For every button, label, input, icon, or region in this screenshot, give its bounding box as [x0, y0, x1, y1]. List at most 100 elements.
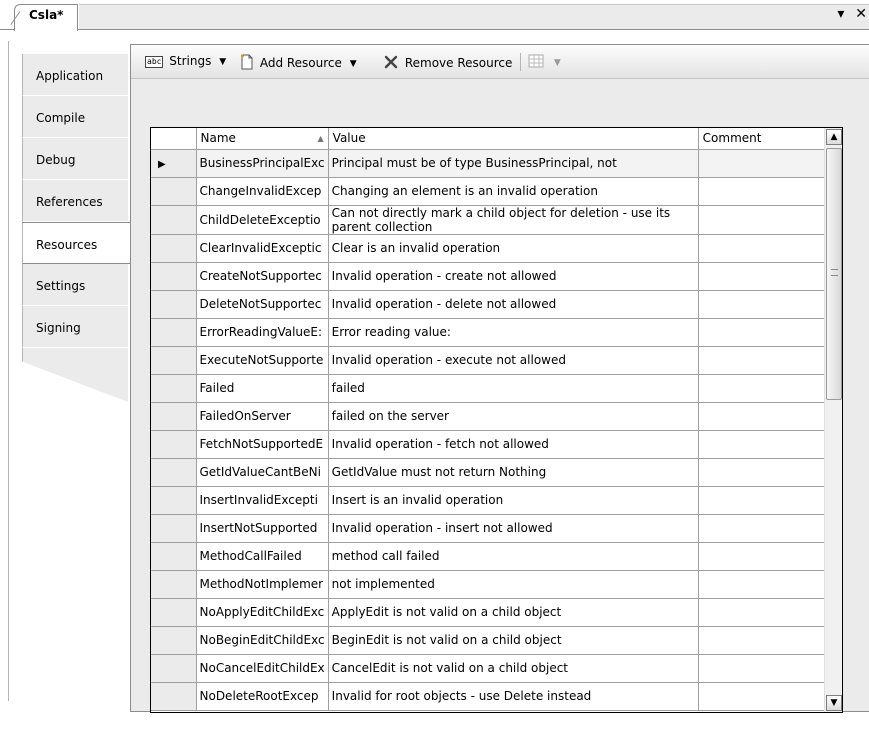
resource-grid[interactable]: Name ▲ Value Comment ▶ BusinessPrincipalE… [150, 127, 843, 713]
cell-comment[interactable] [698, 149, 830, 178]
row-header[interactable] [151, 234, 197, 263]
row-header[interactable]: ▶ [151, 149, 197, 178]
table-row[interactable]: MethodNotImplemer not implemented [151, 570, 830, 599]
row-header[interactable] [151, 458, 197, 487]
chevron-down-icon[interactable]: ▾ [837, 6, 844, 22]
cell-value[interactable]: failed [328, 374, 699, 403]
table-row[interactable]: FailedOnServer failed on the server [151, 402, 830, 431]
cell-value[interactable]: method call failed [328, 542, 699, 571]
row-header[interactable] [151, 290, 197, 319]
row-header[interactable] [151, 430, 197, 459]
row-header[interactable] [151, 682, 197, 711]
table-row[interactable]: ExecuteNotSupporte Invalid operation - ex… [151, 346, 830, 375]
row-header[interactable] [151, 598, 197, 627]
cell-name[interactable]: DeleteNotSupportec [196, 290, 329, 319]
cell-value[interactable]: Can not directly mark a child object for… [328, 205, 699, 235]
tab-settings[interactable]: Settings [22, 264, 128, 306]
document-tab-csla[interactable]: Csla* [14, 4, 78, 31]
table-row[interactable]: Failed failed [151, 374, 830, 403]
cell-name[interactable]: NoBeginEditChildExc [196, 626, 329, 655]
cell-value[interactable]: Invalid for root objects - use Delete in… [328, 682, 699, 711]
cell-name[interactable]: InsertNotSupported [196, 514, 329, 543]
cell-comment[interactable] [698, 682, 830, 711]
cell-value[interactable]: Invalid operation - insert not allowed [328, 514, 699, 543]
row-header[interactable] [151, 542, 197, 571]
cell-comment[interactable] [698, 374, 830, 403]
tab-debug[interactable]: Debug [22, 138, 128, 180]
cell-name[interactable]: NoCancelEditChildEx [196, 654, 329, 683]
scroll-down-button[interactable]: ▼ [826, 695, 842, 711]
cell-value[interactable]: Invalid operation - execute not allowed [328, 346, 699, 375]
cell-comment[interactable] [698, 570, 830, 599]
add-resource-button[interactable]: Add Resource ▼ [240, 54, 357, 73]
scroll-up-button[interactable]: ▲ [826, 129, 842, 145]
cell-name[interactable]: CreateNotSupportec [196, 262, 329, 291]
cell-name[interactable]: InsertInvalidExcepti [196, 486, 329, 515]
cell-comment[interactable] [698, 290, 830, 319]
cell-value[interactable]: Principal must be of type BusinessPrinci… [328, 149, 699, 178]
cell-comment[interactable] [698, 346, 830, 375]
tab-signing[interactable]: Signing [22, 306, 128, 348]
table-row[interactable]: ▶ BusinessPrincipalExc Principal must be o… [151, 149, 830, 178]
table-row[interactable]: FetchNotSupportedE Invalid operation - fe… [151, 430, 830, 459]
row-header[interactable] [151, 205, 197, 235]
cell-name[interactable]: NoDeleteRootExcep [196, 682, 329, 711]
table-row[interactable]: InsertInvalidExcepti Insert is an invalid… [151, 486, 830, 515]
table-row[interactable]: ErrorReadingValueE: Error reading value: [151, 318, 830, 347]
table-row[interactable]: NoDeleteRootExcep Invalid for root object… [151, 682, 830, 711]
cell-value[interactable]: ApplyEdit is not valid on a child object [328, 598, 699, 627]
table-row[interactable]: NoBeginEditChildExc BeginEdit is not vali… [151, 626, 830, 655]
cell-value[interactable]: Invalid operation - create not allowed [328, 262, 699, 291]
cell-comment[interactable] [698, 234, 830, 263]
cell-value[interactable]: CancelEdit is not valid on a child objec… [328, 654, 699, 683]
strings-dropdown-button[interactable]: abc Strings ▼ [145, 54, 226, 68]
table-row[interactable]: NoApplyEditChildExc ApplyEdit is not vali… [151, 598, 830, 627]
cell-value[interactable]: Changing an element is an invalid operat… [328, 177, 699, 206]
row-header[interactable] [151, 570, 197, 599]
views-dropdown-button[interactable]: ▼ [528, 54, 561, 71]
cell-name[interactable]: ErrorReadingValueE: [196, 318, 329, 347]
table-row[interactable]: ChildDeleteExceptio Can not directly mark… [151, 205, 830, 235]
cell-comment[interactable] [698, 402, 830, 431]
cell-name[interactable]: ClearInvalidExceptic [196, 234, 329, 263]
cell-comment[interactable] [698, 514, 830, 543]
cell-name[interactable]: NoApplyEditChildExc [196, 598, 329, 627]
row-header[interactable] [151, 402, 197, 431]
tab-compile[interactable]: Compile [22, 96, 128, 138]
table-row[interactable]: CreateNotSupportec Invalid operation - cr… [151, 262, 830, 291]
cell-comment[interactable] [698, 262, 830, 291]
cell-comment[interactable] [698, 626, 830, 655]
cell-comment[interactable] [698, 458, 830, 487]
scrollbar-thumb[interactable] [826, 148, 842, 400]
row-header[interactable] [151, 626, 197, 655]
column-header-value[interactable]: Value [328, 128, 699, 150]
cell-value[interactable]: not implemented [328, 570, 699, 599]
cell-comment[interactable] [698, 542, 830, 571]
cell-value[interactable]: Error reading value: [328, 318, 699, 347]
column-header-comment[interactable]: Comment [698, 128, 830, 150]
cell-value[interactable]: BeginEdit is not valid on a child object [328, 626, 699, 655]
remove-resource-button[interactable]: Remove Resource [383, 54, 512, 73]
cell-value[interactable]: failed on the server [328, 402, 699, 431]
row-header[interactable] [151, 177, 197, 206]
cell-name[interactable]: MethodNotImplemer [196, 570, 329, 599]
cell-comment[interactable] [698, 486, 830, 515]
cell-name[interactable]: Failed [196, 374, 329, 403]
vertical-scrollbar[interactable]: ▲ ▼ [824, 128, 842, 712]
table-row[interactable]: MethodCallFailed method call failed [151, 542, 830, 571]
cell-comment[interactable] [698, 598, 830, 627]
row-header[interactable] [151, 374, 197, 403]
cell-comment[interactable] [698, 430, 830, 459]
cell-name[interactable]: ExecuteNotSupporte [196, 346, 329, 375]
row-header[interactable] [151, 318, 197, 347]
table-row[interactable]: DeleteNotSupportec Invalid operation - de… [151, 290, 830, 319]
cell-name[interactable]: ChangeInvalidExcep [196, 177, 329, 206]
row-header[interactable] [151, 486, 197, 515]
cell-name[interactable]: BusinessPrincipalExc [196, 149, 329, 178]
cell-comment[interactable] [698, 205, 830, 235]
cell-name[interactable]: MethodCallFailed [196, 542, 329, 571]
table-row[interactable]: InsertNotSupported Invalid operation - in… [151, 514, 830, 543]
cell-comment[interactable] [698, 654, 830, 683]
row-header[interactable] [151, 654, 197, 683]
table-row[interactable]: NoCancelEditChildEx CancelEdit is not val… [151, 654, 830, 683]
